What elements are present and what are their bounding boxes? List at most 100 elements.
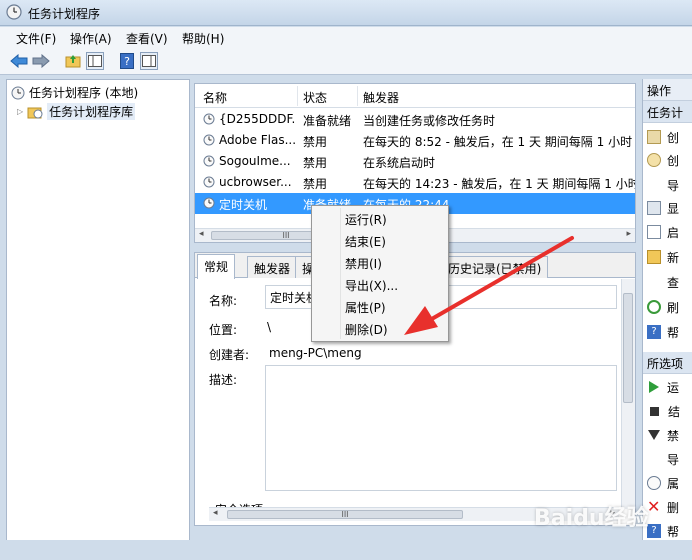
- action-help-selected[interactable]: ? 帮: [647, 521, 692, 541]
- action-import[interactable]: 导: [647, 175, 692, 195]
- action-delete[interactable]: ✕ 删: [647, 497, 692, 517]
- tab-general[interactable]: 常规: [197, 254, 236, 279]
- clock-icon: [203, 113, 215, 125]
- action-label: 启: [667, 225, 680, 240]
- action-new-folder[interactable]: 新: [647, 247, 692, 267]
- column-name[interactable]: 名称: [203, 89, 227, 106]
- task-row[interactable]: {D255DDDF... 准备就绪 当创建任务或修改任务时: [195, 109, 635, 130]
- show-actions-button[interactable]: [140, 52, 158, 70]
- panel-icon: [88, 55, 102, 67]
- action-enable-history[interactable]: 启: [647, 222, 692, 242]
- help-icon: ?: [647, 325, 661, 339]
- clock-icon: [203, 176, 215, 188]
- column-status[interactable]: 状态: [303, 89, 327, 106]
- tree-root[interactable]: 任务计划程序 (本地): [11, 84, 138, 101]
- description-label: 描述:: [209, 373, 238, 387]
- folder-clock-icon: [27, 107, 43, 118]
- show-tree-button[interactable]: [86, 52, 104, 70]
- tree-item-library[interactable]: ▷ 任务计划程序库: [17, 103, 136, 120]
- task-row[interactable]: ucbrowser... 禁用 在每天的 14:23 - 触发后，在 1 天 期…: [195, 172, 635, 193]
- watermark-text: Baidu经验: [534, 506, 649, 531]
- tab-history[interactable]: 历史记录(已禁用): [441, 256, 549, 278]
- column-divider[interactable]: [297, 86, 298, 106]
- task-name: Adobe Flas...: [219, 133, 295, 147]
- column-divider[interactable]: [357, 86, 358, 106]
- tree-library-label: 任务计划程序库: [47, 103, 136, 120]
- author-value: meng-PC\meng: [269, 346, 362, 360]
- action-label: 新: [667, 250, 680, 265]
- back-button[interactable]: [10, 52, 28, 70]
- context-export[interactable]: 导出(X)...: [313, 274, 447, 296]
- display-running-icon: [647, 201, 661, 215]
- view-icon: [647, 275, 661, 289]
- action-help[interactable]: ? 帮: [647, 322, 692, 342]
- scroll-thumb[interactable]: [623, 293, 633, 403]
- context-menu: 运行(R) 结束(E) 禁用(I) 导出(X)... 属性(P) 删除(D): [311, 205, 449, 342]
- name-label: 名称:: [209, 294, 238, 308]
- action-label: 删: [667, 500, 680, 515]
- tree-root-label: 任务计划程序 (本地): [29, 86, 139, 100]
- window-title: 任务计划程序: [28, 7, 101, 21]
- import-icon: [647, 178, 661, 192]
- action-view[interactable]: 查: [647, 272, 692, 292]
- scroll-grip: III: [341, 510, 349, 519]
- vertical-scrollbar[interactable]: [621, 279, 635, 509]
- svg-text:?: ?: [124, 55, 130, 68]
- expand-triangle-icon[interactable]: ▷: [17, 107, 23, 116]
- properties-clock-icon: [647, 476, 661, 490]
- task-row[interactable]: Adobe Flas... 禁用 在每天的 8:52 - 触发后，在 1 天 期…: [195, 130, 635, 151]
- export-icon: [647, 452, 661, 466]
- menu-help[interactable]: 帮助(H): [182, 30, 224, 47]
- task-trigger: 在每天的 8:52 - 触发后，在 1 天 期间每隔 1 小时: [363, 135, 633, 149]
- task-name: SogouIme...: [219, 154, 291, 168]
- action-create-basic[interactable]: 创: [647, 127, 692, 147]
- action-display-all[interactable]: 显: [647, 198, 692, 218]
- clock-icon: [203, 155, 215, 167]
- create-task-icon: [647, 153, 661, 167]
- task-row[interactable]: SogouIme... 禁用 在系统启动时: [195, 151, 635, 172]
- action-disable[interactable]: 禁: [647, 425, 692, 445]
- action-refresh[interactable]: 刷: [647, 297, 692, 317]
- toolbar: ?: [0, 47, 692, 75]
- forward-button[interactable]: [32, 52, 50, 70]
- up-folder-button[interactable]: [64, 52, 82, 70]
- column-trigger[interactable]: 触发器: [363, 89, 399, 106]
- create-basic-task-icon: [647, 130, 661, 144]
- context-delete[interactable]: 删除(D): [313, 318, 447, 340]
- context-disable[interactable]: 禁用(I): [313, 252, 447, 274]
- help-button[interactable]: ?: [118, 52, 136, 70]
- task-status: 禁用: [303, 177, 328, 191]
- task-status: 准备就绪: [303, 114, 352, 128]
- action-label: 结: [668, 404, 681, 419]
- menu-action[interactable]: 操作(A): [70, 30, 112, 47]
- actions-section-library[interactable]: 任务计: [643, 101, 692, 123]
- menu-file[interactable]: 文件(F): [16, 30, 56, 47]
- context-properties[interactable]: 属性(P): [313, 296, 447, 318]
- task-name: ucbrowser...: [219, 175, 292, 189]
- scroll-right-icon[interactable]: ▸: [626, 229, 631, 239]
- menu-view[interactable]: 查看(V): [126, 30, 168, 47]
- action-label: 运: [667, 380, 680, 395]
- action-label: 禁: [667, 428, 680, 443]
- scroll-left-icon[interactable]: ◂: [213, 508, 218, 518]
- action-label: 刷: [667, 300, 680, 315]
- context-end[interactable]: 结束(E): [313, 230, 447, 252]
- navigation-tree: 任务计划程序 (本地) ▷ 任务计划程序库: [6, 79, 190, 560]
- actions-section-selected[interactable]: 所选项: [643, 352, 692, 374]
- context-run[interactable]: 运行(R): [313, 208, 447, 230]
- description-field[interactable]: [265, 365, 617, 491]
- delete-x-icon: ✕: [647, 497, 661, 516]
- scroll-thumb[interactable]: III: [227, 510, 463, 519]
- history-icon: [647, 225, 661, 239]
- tab-triggers[interactable]: 触发器: [247, 256, 298, 278]
- list-header: 名称 状态 触发器: [195, 84, 635, 108]
- action-label: 创: [667, 130, 680, 145]
- action-properties[interactable]: 属: [647, 473, 692, 493]
- action-create-task[interactable]: 创: [647, 150, 692, 170]
- scroll-left-icon[interactable]: ◂: [199, 229, 204, 239]
- action-run[interactable]: 运: [647, 377, 692, 397]
- action-end[interactable]: 结: [647, 401, 692, 421]
- run-icon: [649, 381, 659, 393]
- title-bar: 任务计划程序: [0, 0, 692, 26]
- action-export[interactable]: 导: [647, 449, 692, 469]
